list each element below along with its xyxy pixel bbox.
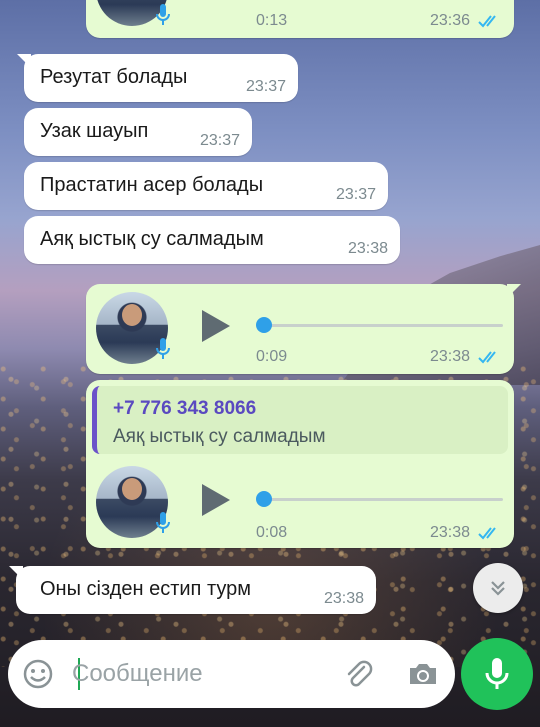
quoted-sender: +7 776 343 8066 bbox=[113, 398, 257, 419]
voice-duration: 0:09 bbox=[256, 348, 288, 365]
voice-message[interactable]: 0:13 23:36 bbox=[86, 0, 514, 38]
incoming-message[interactable]: Узак шауып 23:37 bbox=[24, 108, 252, 156]
message-text: Резутат болады bbox=[40, 66, 188, 88]
message-composer bbox=[8, 640, 455, 708]
paperclip-icon[interactable] bbox=[342, 658, 374, 690]
message-text: Узак шауып bbox=[40, 120, 149, 142]
voice-duration: 0:08 bbox=[256, 524, 288, 541]
microphone-icon bbox=[485, 658, 509, 689]
voice-progress-knob[interactable] bbox=[256, 317, 272, 333]
message-text: Оны сізден естип турм bbox=[40, 578, 251, 600]
message-time: 23:37 bbox=[245, 78, 286, 95]
voice-reply-message[interactable]: +7 776 343 8066 Аяқ ыстық су салмадым 0:… bbox=[86, 380, 514, 548]
message-input[interactable] bbox=[72, 654, 322, 694]
play-icon[interactable] bbox=[202, 310, 230, 342]
message-text: Аяқ ыстық су салмадым bbox=[40, 228, 264, 250]
message-text: Прастатин асер болады bbox=[40, 174, 264, 196]
message-time: 23:36 bbox=[430, 12, 471, 29]
incoming-message[interactable]: Оны сізден естип турм 23:38 bbox=[9, 566, 376, 614]
message-time: 23:38 bbox=[430, 524, 471, 541]
double-chevron-down-icon bbox=[491, 581, 505, 596]
quoted-message[interactable]: +7 776 343 8066 Аяқ ыстық су салмадым bbox=[92, 386, 508, 454]
voice-progress-knob[interactable] bbox=[256, 491, 272, 507]
message-time: 23:38 bbox=[323, 590, 364, 607]
voice-message[interactable]: 0:09 23:38 bbox=[86, 284, 521, 374]
message-time: 23:37 bbox=[199, 132, 240, 149]
message-time: 23:37 bbox=[335, 186, 376, 203]
microphone-icon bbox=[156, 4, 170, 25]
double-check-icon bbox=[478, 15, 496, 28]
play-icon[interactable] bbox=[202, 484, 230, 516]
incoming-message[interactable]: Прастатин асер болады 23:37 bbox=[24, 162, 388, 210]
voice-progress-track[interactable] bbox=[260, 324, 503, 327]
double-check-icon bbox=[478, 351, 496, 364]
voice-progress-track[interactable] bbox=[260, 498, 503, 501]
scroll-to-bottom-button[interactable] bbox=[473, 563, 523, 613]
microphone-icon bbox=[156, 338, 170, 359]
camera-icon[interactable] bbox=[406, 658, 440, 690]
message-time: 23:38 bbox=[430, 348, 471, 365]
incoming-message[interactable]: Резутат болады 23:37 bbox=[17, 54, 298, 102]
quoted-text: Аяқ ыстық су салмадым bbox=[113, 426, 326, 447]
emoji-icon[interactable] bbox=[22, 658, 54, 690]
microphone-icon bbox=[156, 512, 170, 533]
voice-duration: 0:13 bbox=[256, 12, 288, 29]
message-time: 23:38 bbox=[347, 240, 388, 257]
double-check-icon bbox=[478, 527, 496, 540]
incoming-message[interactable]: Аяқ ыстық су салмадым 23:38 bbox=[24, 216, 400, 264]
record-voice-button[interactable] bbox=[461, 638, 533, 710]
